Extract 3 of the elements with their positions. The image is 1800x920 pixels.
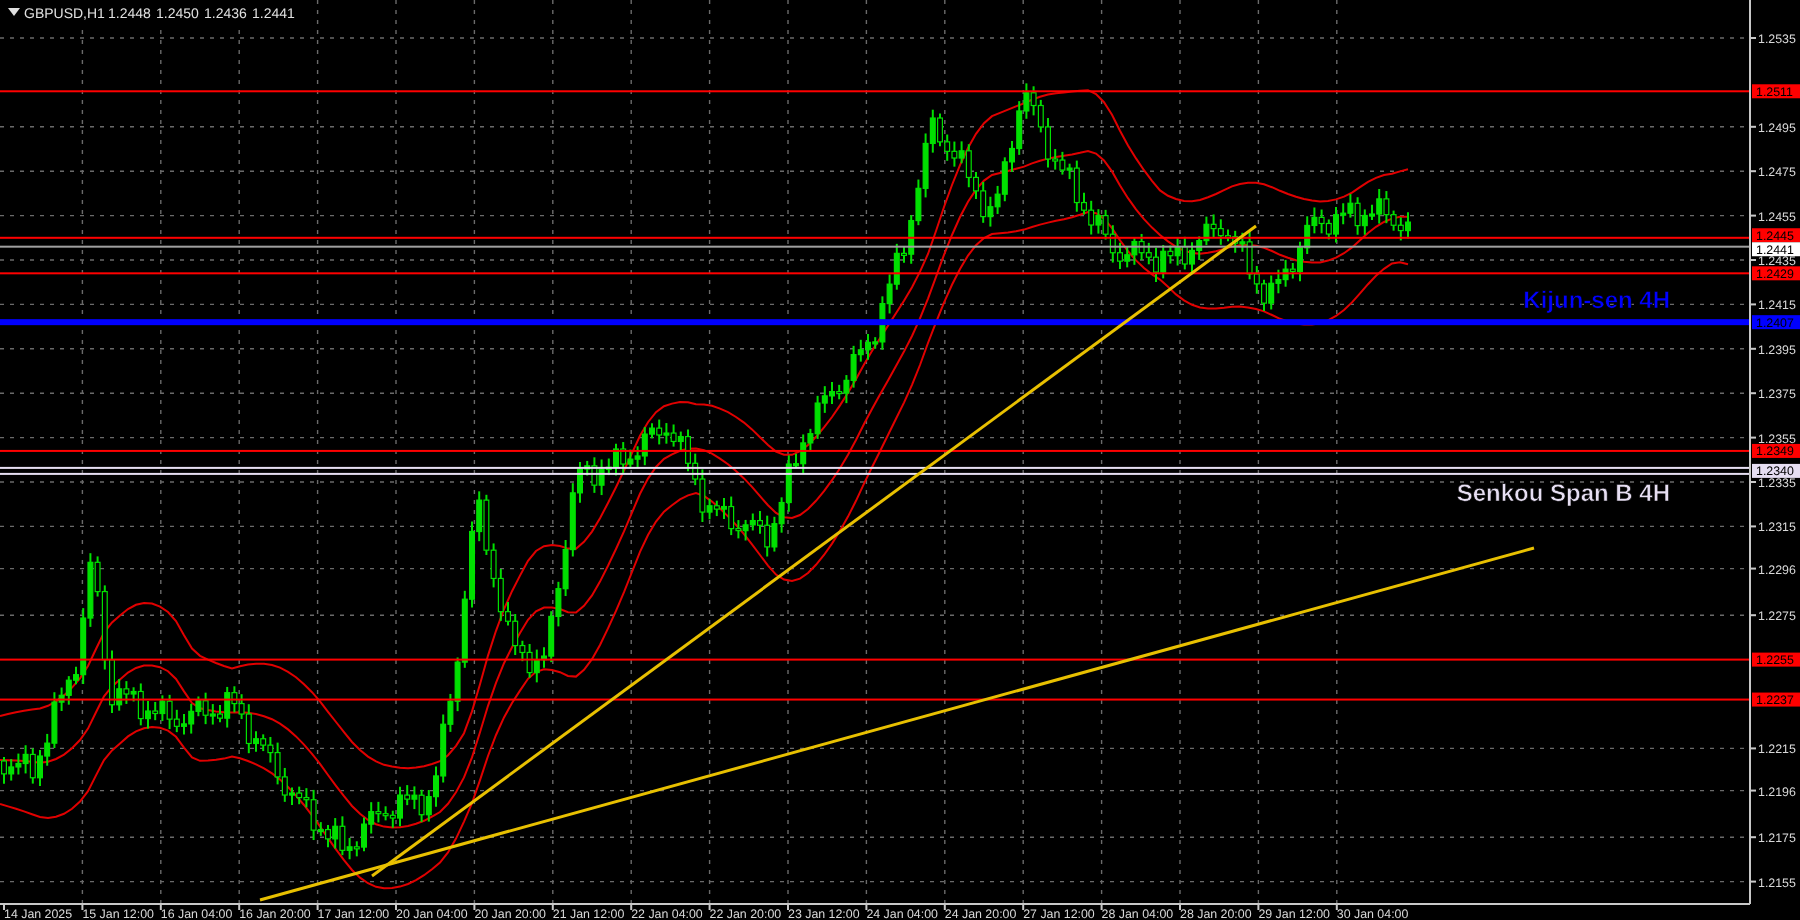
dropdown-triangle-icon[interactable] — [8, 8, 20, 16]
level-caption: Senkou Span B 4H — [1456, 478, 1670, 507]
level-caption: Kijun-sen 4H — [1523, 286, 1670, 315]
